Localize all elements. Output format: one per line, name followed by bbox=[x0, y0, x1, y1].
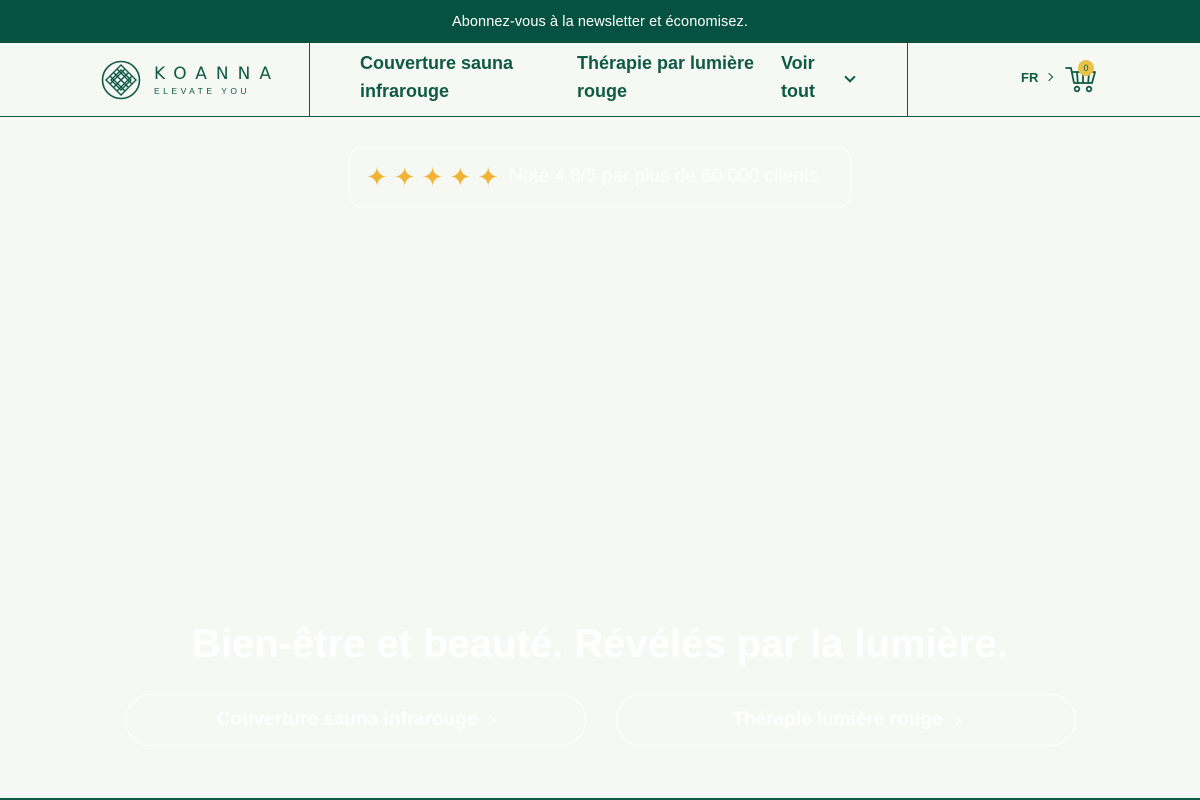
header-divider-right bbox=[907, 43, 908, 117]
cta-infrared-sauna-button[interactable]: Couverture sauna infrarouge bbox=[125, 694, 586, 746]
nav-item-label-line1: Thérapie par lumière bbox=[577, 53, 755, 73]
site-header: KOANNA ELEVATE YOU Couverture sauna infr… bbox=[0, 43, 1200, 117]
nav-item-view-all[interactable]: Voir tout bbox=[781, 49, 815, 105]
star-icon: ✦ bbox=[477, 162, 499, 192]
cart-count-badge: 0 bbox=[1078, 60, 1094, 76]
nav-item-label-line2: tout bbox=[781, 81, 815, 101]
brand-tagline: ELEVATE YOU bbox=[154, 85, 251, 96]
chevron-down-icon[interactable] bbox=[844, 71, 856, 83]
brand-name: KOANNA bbox=[154, 63, 280, 84]
nav-item-label-line1: Voir bbox=[781, 53, 815, 73]
nav-item-label-line1: Couverture sauna bbox=[360, 53, 514, 73]
chevron-right-icon bbox=[485, 715, 496, 725]
cta-label: Couverture sauna infrarouge bbox=[216, 709, 478, 730]
chevron-right-icon bbox=[1045, 72, 1054, 81]
cta-red-light-button[interactable]: Thérapie lumière rouge bbox=[616, 694, 1076, 746]
announcement-text[interactable]: Abonnez-vous à la newsletter et économis… bbox=[452, 14, 748, 30]
nav-item-label-line2: infrarouge bbox=[360, 81, 450, 101]
nav-item-red-light-therapy[interactable]: Thérapie par lumière rouge bbox=[577, 49, 754, 105]
hero-title: Bien-être et beauté. Révélés par la lumi… bbox=[192, 622, 1008, 666]
nav-item-label-line2: rouge bbox=[577, 81, 628, 101]
star-icon: ✦ bbox=[366, 162, 388, 192]
nav-item-infrared-sauna[interactable]: Couverture sauna infrarouge bbox=[360, 49, 513, 105]
rating-text: Noté 4.8/5 par plus de 60 000 clients. bbox=[508, 166, 824, 187]
language-label: FR bbox=[1021, 70, 1039, 85]
language-selector[interactable]: FR bbox=[1021, 70, 1054, 85]
rating-badge: ✦ ✦ ✦ ✦ ✦ Noté 4.8/5 par plus de 60 000 … bbox=[349, 147, 851, 207]
star-icon: ✦ bbox=[449, 162, 472, 192]
cta-label: Thérapie lumière rouge bbox=[732, 709, 943, 730]
star-icon: ✦ bbox=[393, 162, 416, 192]
header-divider-left bbox=[309, 43, 310, 117]
chevron-right-icon bbox=[951, 715, 962, 725]
announcement-bar[interactable]: Abonnez-vous à la newsletter et économis… bbox=[0, 0, 1200, 43]
star-icon: ✦ bbox=[421, 162, 444, 192]
brand-logo[interactable]: KOANNA ELEVATE YOU bbox=[101, 60, 280, 100]
lattice-diamond-icon bbox=[101, 60, 141, 100]
